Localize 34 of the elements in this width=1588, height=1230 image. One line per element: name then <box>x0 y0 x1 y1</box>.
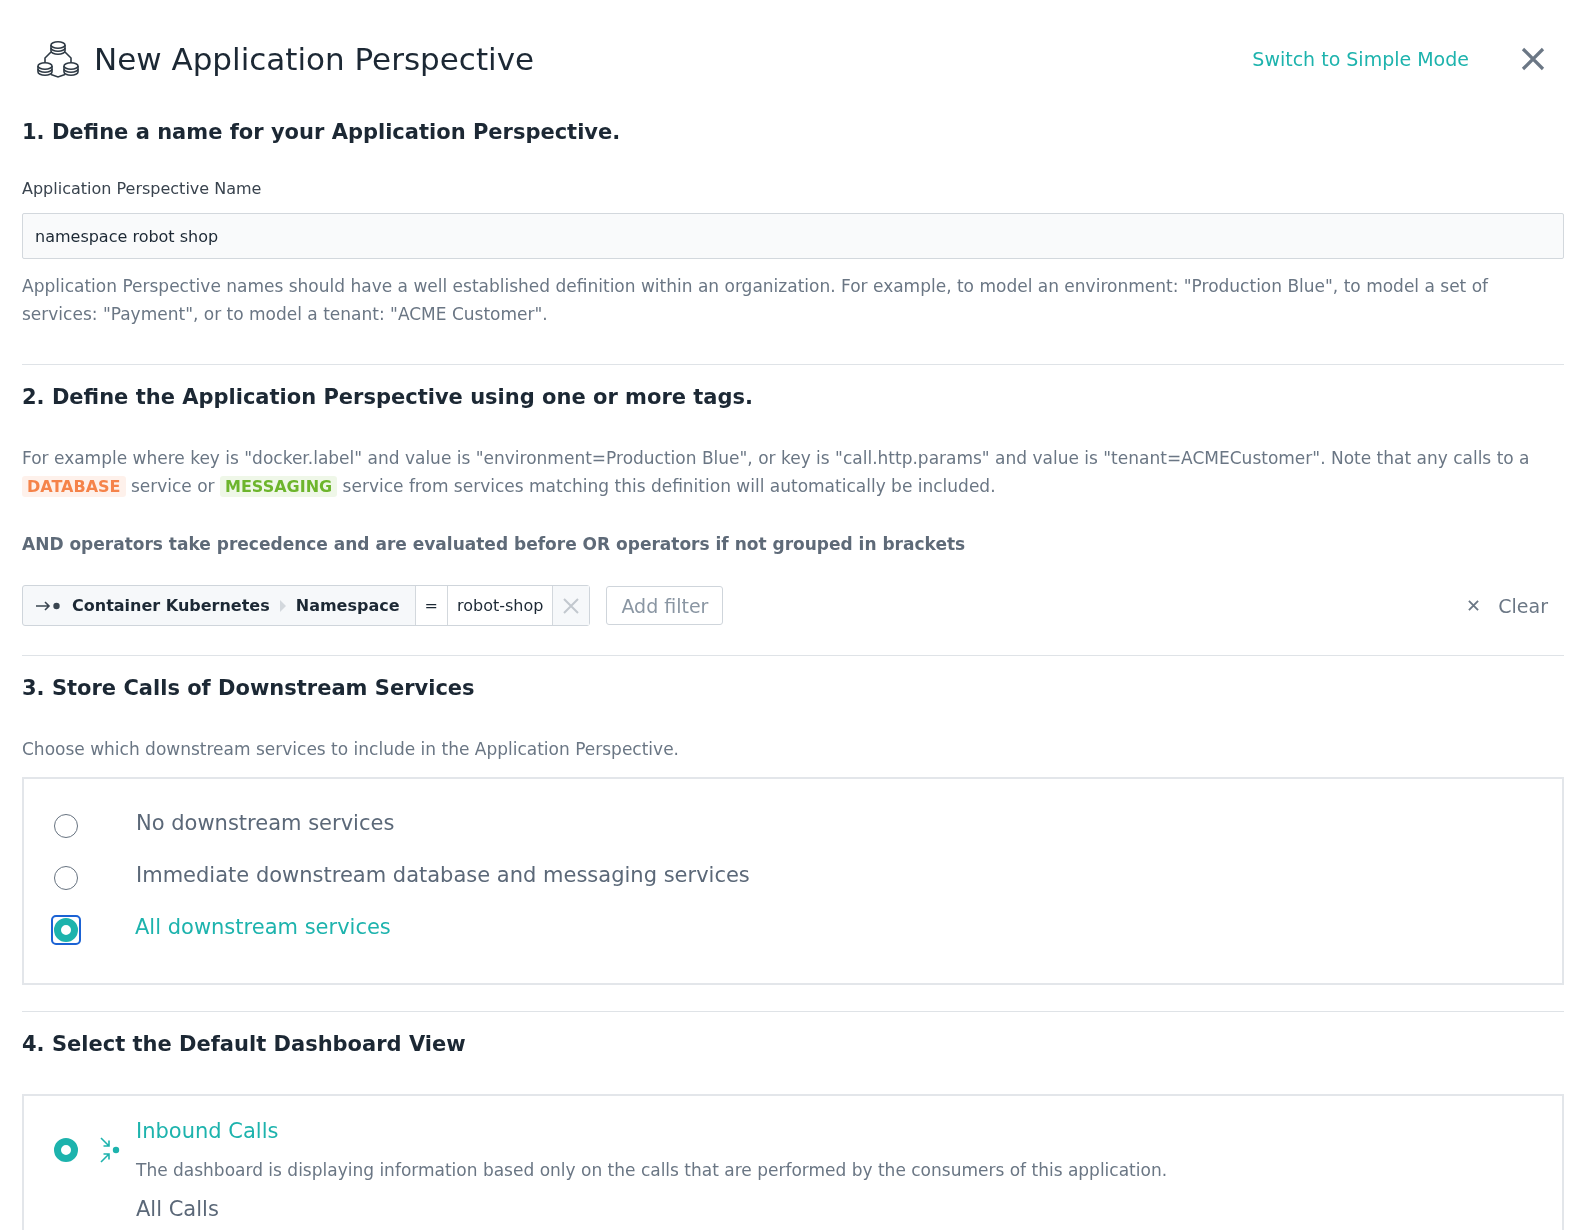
arrows-to-dot-icon <box>100 1137 120 1163</box>
close-button[interactable] <box>1521 47 1545 71</box>
filter-tag: Namespace <box>295 586 400 625</box>
dashboard-option-title: All Calls <box>136 1196 219 1222</box>
section-heading: 3. Store Calls of Downstream Services <box>22 675 476 702</box>
close-icon <box>1521 47 1545 71</box>
radio-button[interactable] <box>54 866 78 890</box>
close-icon <box>1468 600 1480 611</box>
filter-operator[interactable]: = <box>414 586 447 625</box>
field-label: Application Perspective Name <box>22 178 263 200</box>
close-icon <box>563 597 580 614</box>
radio-button[interactable] <box>54 1138 78 1162</box>
radio-button[interactable] <box>50 915 81 945</box>
caret-icon <box>279 599 286 612</box>
dialog-title: New Application Perspective <box>94 40 535 79</box>
arrow-dot-icon <box>36 599 60 612</box>
radio-button[interactable] <box>54 814 78 838</box>
help-text: Application Perspective names should have a well established definition within an organization. For example, to model an environment: "Production Blue", to model a set of services: "Payment", or to model a tenant: "ACME Customer". <box>22 275 1490 326</box>
clear-button[interactable]: Clear <box>1468 594 1548 617</box>
dashboard-option-title: Inbound Calls <box>136 1118 280 1144</box>
option-label: No downstream services <box>136 810 395 837</box>
section-heading: 1. Define a name for your Application Perspective. <box>22 119 622 146</box>
note-text: AND operators take precedence and are evaluated before OR operators if not grouped in brackets <box>22 533 967 556</box>
option-label: All downstream services <box>135 914 391 941</box>
name-input-field[interactable]: namespace robot shop <box>22 213 1564 259</box>
section-heading: 2. Define the Application Perspective using one or more tags. <box>22 384 755 411</box>
example-text: For example where key is "docker.label" and value is "environment=Production Blue", or key is "call.http.params" and value is "tenant=ACMECustomer". Note that any calls to a DATABASE service or MESSAGING service from services matching this definition will automatically be included. <box>22 447 1531 499</box>
section-description: Choose which downstream services to include in the Application Perspective. <box>22 738 680 761</box>
filter-value[interactable]: robot-shop <box>446 586 553 625</box>
section-heading: 4. Select the Default Dashboard View <box>22 1031 467 1058</box>
dashboard-option-description: The dashboard is displaying information based only on the calls that are performed by the consumers of this application. <box>136 1159 1168 1182</box>
filter-entity: Container Kubernetes <box>72 595 270 617</box>
option-label: Immediate downstream database and messaging services <box>136 862 750 889</box>
linked-cylinders-icon <box>37 40 79 78</box>
